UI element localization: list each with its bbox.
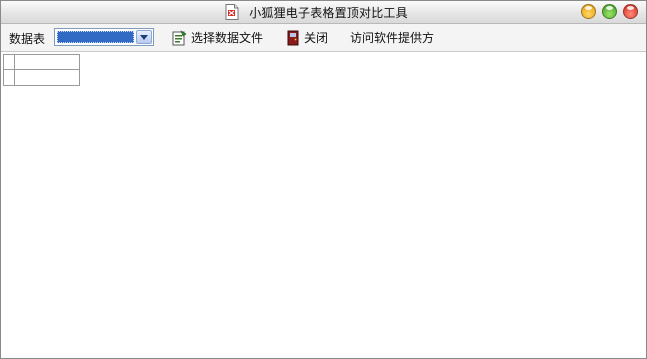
grid-header-row [3, 54, 80, 70]
maximize-button[interactable] [602, 4, 617, 19]
spreadsheet-area[interactable] [1, 52, 646, 358]
app-sheet-icon [225, 4, 239, 20]
sheet-select-value [57, 31, 134, 43]
toolbar: 数据表 选择数据文件 关闭 访问软件提供方 [1, 24, 646, 52]
close-label: 关闭 [304, 31, 329, 45]
sheet-select[interactable] [54, 28, 154, 46]
grid-corner[interactable] [3, 54, 15, 70]
minimize-button[interactable] [581, 4, 596, 19]
grid-cell[interactable] [14, 69, 80, 86]
door-exit-icon [287, 30, 299, 45]
select-data-file-button[interactable]: 选择数据文件 [171, 28, 263, 47]
visit-provider-label: 访问软件提供方 [350, 31, 435, 45]
open-file-icon [172, 29, 187, 45]
column-header[interactable] [14, 54, 80, 70]
close-window-button[interactable] [623, 4, 638, 19]
window-title: 小狐狸电子表格置顶对比工具 [249, 5, 408, 20]
sheet-label: 数据表 [9, 32, 46, 46]
dropdown-button[interactable] [136, 30, 152, 44]
app-window: 小狐狸电子表格置顶对比工具 数据表 选择数据文件 关闭 访问软件提供方 [0, 0, 647, 359]
visit-provider-link[interactable]: 访问软件提供方 [350, 28, 434, 47]
title-group: 小狐狸电子表格置顶对比工具 [1, 1, 646, 23]
chevron-down-icon [140, 34, 148, 40]
window-controls [581, 4, 638, 19]
close-button[interactable]: 关闭 [286, 28, 328, 47]
select-data-file-label: 选择数据文件 [191, 31, 264, 45]
data-grid [3, 54, 80, 86]
table-row [3, 69, 80, 86]
title-bar[interactable]: 小狐狸电子表格置顶对比工具 [1, 1, 646, 24]
row-header[interactable] [3, 69, 15, 86]
